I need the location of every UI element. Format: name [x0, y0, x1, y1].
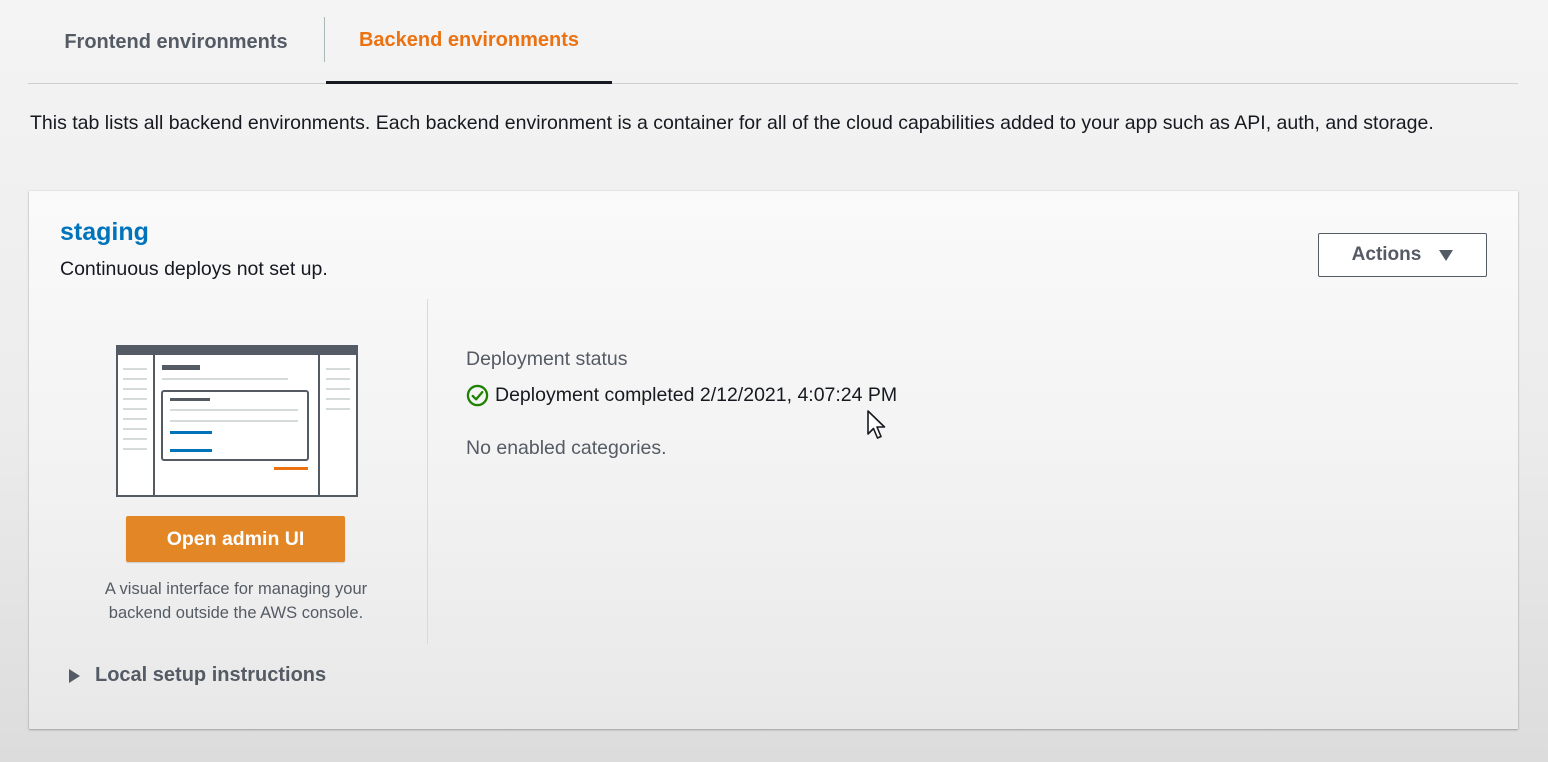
actions-button[interactable]: Actions [1318, 233, 1487, 277]
check-circle-icon [466, 384, 489, 407]
environment-card: staging Continuous deploys not set up. A… [29, 191, 1518, 729]
deployment-status-label: Deployment status [466, 348, 628, 370]
categories-message: No enabled categories. [466, 437, 667, 459]
actions-label: Actions [1351, 244, 1422, 265]
environment-subtitle: Continuous deploys not set up. [60, 258, 328, 280]
open-admin-ui-button[interactable]: Open admin UI [126, 516, 345, 562]
local-setup-expander[interactable]: Local setup instructions [69, 664, 326, 687]
deployment-status-text: Deployment completed 2/12/2021, 4:07:24 … [495, 384, 898, 406]
tab-description: This tab lists all backend environments.… [30, 112, 1434, 134]
illustration-titlebar [117, 346, 357, 355]
column-divider [427, 299, 428, 644]
environment-tabs: Frontend environments Backend environmen… [28, 0, 1518, 84]
mouse-cursor-icon [867, 410, 886, 439]
admin-ui-illustration [116, 345, 358, 497]
tab-divider [324, 17, 325, 62]
environment-name-link[interactable]: staging [60, 218, 149, 247]
admin-ui-description: A visual interface for managing your bac… [104, 580, 368, 622]
tab-frontend-label: Frontend environments [64, 30, 288, 53]
tab-frontend-environments[interactable]: Frontend environments [28, 0, 324, 84]
deployment-status: Deployment completed 2/12/2021, 4:07:24 … [466, 384, 897, 407]
caret-down-icon [1439, 249, 1454, 261]
tab-backend-environments[interactable]: Backend environments [326, 0, 612, 84]
tab-backend-label: Backend environments [358, 29, 580, 51]
caret-right-icon [69, 668, 80, 683]
local-setup-label: Local setup instructions [95, 664, 327, 686]
